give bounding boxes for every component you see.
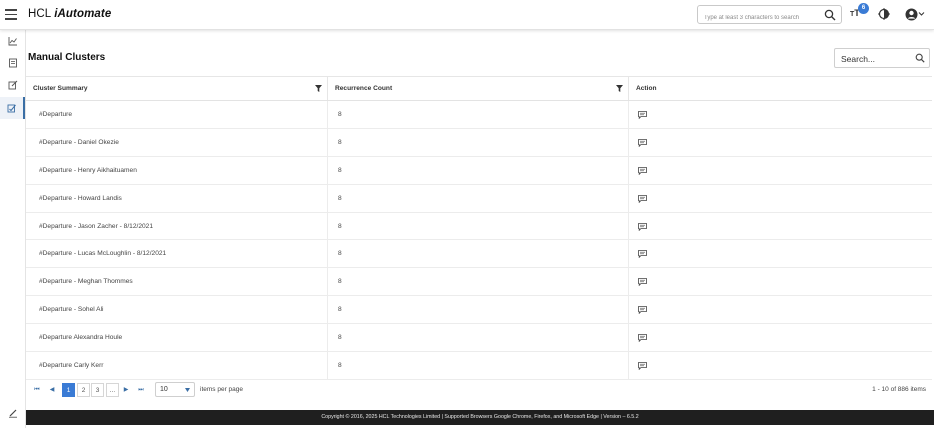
- last-page-button[interactable]: ⏭: [136, 383, 146, 397]
- action-cell: [629, 157, 932, 184]
- filter-icon[interactable]: [315, 85, 322, 92]
- global-search-box: [697, 5, 842, 27]
- contrast-toggle-icon[interactable]: [878, 8, 890, 20]
- recurrence-count-cell: 8: [328, 240, 629, 268]
- action-cell: [629, 352, 932, 379]
- cluster-summary-cell: #Departure: [26, 101, 328, 128]
- comment-icon[interactable]: [638, 166, 647, 175]
- recurrence-count-cell: 8: [328, 128, 629, 156]
- cluster-summary-cell: #Departure - Meghan Thommes: [26, 268, 328, 296]
- rail-item-reports[interactable]: [0, 52, 25, 74]
- table-row: #Departure Carly Kerr 8: [26, 352, 932, 380]
- table-row: #Departure - Jason Zacher - 8/12/2021 8: [26, 212, 932, 241]
- recurrence-count-cell: 8: [328, 352, 629, 379]
- table-row: #Departure - Daniel Okezie 8: [26, 128, 932, 157]
- global-search-input[interactable]: [698, 9, 816, 27]
- table-header-row: Cluster Summary Recurrence Count Action: [26, 77, 932, 101]
- action-cell: [629, 240, 932, 267]
- table-row: #Departure - Lucas McLoughlin - 8/12/202…: [26, 240, 932, 269]
- table-row: #Departure 8: [26, 101, 932, 129]
- action-cell: [629, 296, 932, 323]
- rail-item-pencil[interactable]: [0, 402, 25, 424]
- recurrence-count-cell: 8: [328, 212, 629, 240]
- comment-icon[interactable]: [638, 222, 647, 231]
- chevron-down-icon: [185, 388, 190, 392]
- cluster-summary-cell: #Departure - Daniel Okezie: [26, 128, 328, 156]
- action-cell: [629, 268, 932, 295]
- filter-icon[interactable]: [616, 85, 623, 92]
- table-row: #Departure - Meghan Thommes 8: [26, 268, 932, 297]
- cluster-summary-cell: #Departure - Sohel Ali: [26, 296, 328, 324]
- chevron-down-icon[interactable]: [918, 11, 925, 17]
- pencil-icon: [8, 409, 17, 418]
- main-content: Manual Clusters Cluster Summary Recurren…: [26, 30, 934, 410]
- recurrence-count-cell: 8: [328, 268, 629, 296]
- dashboard-chart-icon: [8, 37, 17, 46]
- recurrence-count-cell: 8: [328, 101, 629, 128]
- action-cell: [629, 213, 932, 240]
- column-header-action: Action: [636, 85, 657, 92]
- cluster-summary-cell: #Departure Carly Kerr: [26, 352, 328, 379]
- search-icon[interactable]: [915, 53, 925, 63]
- recurrence-count-cell: 8: [328, 184, 629, 212]
- column-header-recurrence-count[interactable]: Recurrence Count: [328, 77, 629, 100]
- items-per-page-label: items per page: [200, 386, 243, 393]
- previous-page-button[interactable]: ◀: [47, 383, 57, 397]
- recurrence-count-cell: 8: [328, 156, 629, 184]
- comment-icon[interactable]: [638, 138, 647, 147]
- action-cell: [629, 185, 932, 212]
- edit-icon: [8, 80, 17, 90]
- cluster-summary-cell: #Departure - Jason Zacher - 8/12/2021: [26, 212, 328, 240]
- comment-icon[interactable]: [638, 306, 647, 315]
- more-pages-button[interactable]: ...: [106, 383, 119, 397]
- page-size-select[interactable]: 10: [155, 382, 195, 397]
- brand-logo: HCL iAutomate: [28, 8, 112, 20]
- cluster-summary-cell: #Departure Alexandra Houle: [26, 324, 328, 352]
- top-header: HCL iAutomate TT 6: [0, 0, 934, 30]
- report-icon: [8, 58, 17, 68]
- user-account-icon[interactable]: [905, 8, 918, 21]
- page-1-button[interactable]: 1: [62, 383, 75, 397]
- table-row: #Departure - Howard Landis 8: [26, 184, 932, 213]
- pagination-bar: ⏮ ◀ 1 2 3 ... ▶ ⏭ 10 items per page 1 - …: [26, 378, 932, 402]
- table-row: #Departure - Sohel Ali 8: [26, 296, 932, 325]
- rail-item-dashboard[interactable]: [0, 30, 25, 52]
- recurrence-count-cell: 8: [328, 296, 629, 324]
- cluster-edit-icon: [7, 104, 16, 113]
- action-cell: [629, 101, 932, 128]
- cluster-summary-cell: #Departure - Lucas McLoughlin - 8/12/202…: [26, 240, 328, 268]
- left-navigation-rail: [0, 30, 26, 428]
- cluster-summary-cell: #Departure - Henry Aikhaituamen: [26, 156, 328, 184]
- search-icon[interactable]: [824, 9, 836, 21]
- comment-icon[interactable]: [638, 111, 647, 119]
- comment-icon[interactable]: [638, 194, 647, 203]
- table-row: #Departure - Henry Aikhaituamen 8: [26, 156, 932, 185]
- table-row: #Departure Alexandra Houle 8: [26, 324, 932, 353]
- recurrence-count-cell: 8: [328, 324, 629, 352]
- rail-item-clusters[interactable]: [0, 97, 25, 119]
- comment-icon[interactable]: [638, 278, 647, 287]
- comment-icon[interactable]: [638, 334, 647, 343]
- cluster-summary-cell: #Departure - Howard Landis: [26, 184, 328, 212]
- next-page-button[interactable]: ▶: [121, 383, 131, 397]
- first-page-button[interactable]: ⏮: [32, 383, 42, 397]
- rail-item-edit[interactable]: [0, 74, 25, 96]
- clusters-table: Cluster Summary Recurrence Count Action …: [26, 76, 932, 380]
- table-search-input[interactable]: [835, 50, 911, 68]
- comment-icon[interactable]: [638, 362, 647, 371]
- page-title: Manual Clusters: [28, 52, 106, 63]
- table-search-box: [834, 48, 930, 68]
- action-cell: [629, 324, 932, 351]
- hamburger-menu-icon[interactable]: [5, 9, 17, 20]
- column-header-cluster-summary[interactable]: Cluster Summary: [26, 77, 328, 100]
- action-cell: [629, 129, 932, 156]
- pagination-range-text: 1 - 10 of 886 items: [872, 386, 926, 393]
- page-2-button[interactable]: 2: [77, 383, 90, 397]
- comment-icon[interactable]: [638, 250, 647, 259]
- footer-copyright: Copyright © 2016, 2025 HCL Technologies …: [26, 410, 934, 425]
- notification-badge[interactable]: 6: [858, 3, 869, 14]
- page-3-button[interactable]: 3: [91, 383, 104, 397]
